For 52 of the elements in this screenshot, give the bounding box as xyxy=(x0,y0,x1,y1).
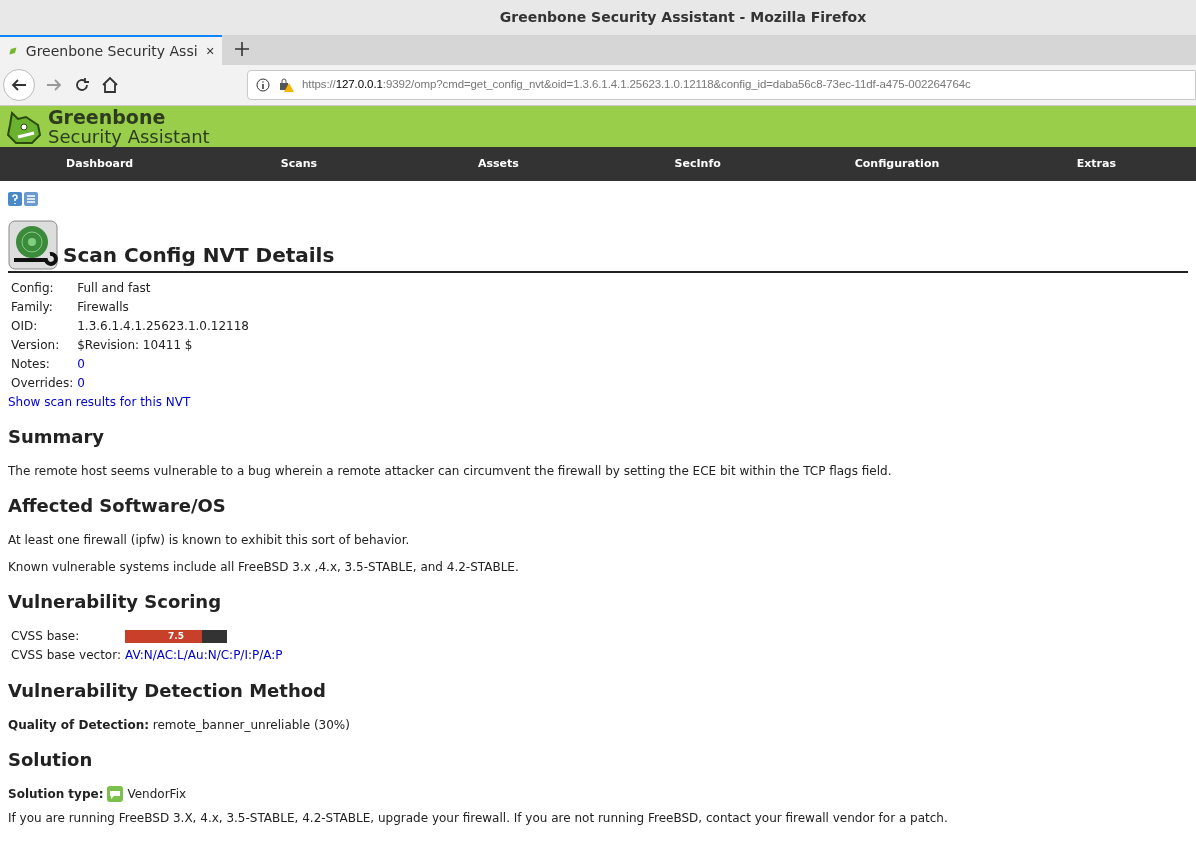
help-icon[interactable] xyxy=(8,192,22,206)
back-button[interactable] xyxy=(3,69,35,101)
detail-label: OID: xyxy=(11,318,39,335)
cvss-label: CVSS base: xyxy=(11,628,81,645)
brand-subtitle: Security Assistant xyxy=(48,126,210,146)
detail-label: Version: xyxy=(11,337,61,354)
brand-name: Greenbone xyxy=(48,107,167,127)
vendorfix-icon xyxy=(107,786,124,802)
address-bar[interactable]: https://127.0.0.1:9392/omp?cmd=get_config_nvt&oid=1.3.6.1.4.1.25623.1.0.12118&config_id=daba56c8-73ec-11df-a475-002264764c xyxy=(247,70,1196,100)
count-link[interactable]: 0 xyxy=(77,376,85,390)
page-title: Scan Config NVT Details xyxy=(63,242,335,269)
section-heading: Solution xyxy=(8,748,94,772)
detail-value: Firewalls xyxy=(77,300,129,314)
paragraph: Known vulnerable systems include all FreeBSD 3.x ,4.x, 3.5-STABLE, and 4.2-STABLE. xyxy=(8,559,520,576)
paragraph: The remote host seems vulnerable to a bug wherein a remote attacker can circumvent the firewall by setting the ECE bit within the TCP flags field. xyxy=(8,463,893,480)
home-icon[interactable] xyxy=(101,76,119,94)
count-link[interactable]: 0 xyxy=(77,357,85,371)
menu-item[interactable]: Assets xyxy=(477,155,519,173)
detail-label: Family: xyxy=(11,299,54,316)
solution-type-label: Solution type: xyxy=(8,786,104,803)
detail-value: $Revision: 10411 $ xyxy=(77,338,193,352)
window-title: Greenbone Security Assistant - Mozilla Firefox xyxy=(499,8,867,27)
paragraph: At least one firewall (ipfw) is known to exhibit this sort of behavior. xyxy=(8,532,411,549)
menu-item[interactable]: Dashboard xyxy=(66,155,134,173)
browser-tab[interactable]: Greenbone Security Assi xyxy=(0,35,222,65)
detail-label: Overrides: xyxy=(11,375,74,392)
menu-item[interactable]: Configuration xyxy=(854,155,940,173)
lock-warning-icon xyxy=(278,77,294,93)
section-heading: Affected Software/OS xyxy=(8,494,227,518)
cvss-score: 7.5 xyxy=(167,630,185,643)
paragraph: If you are running FreeBSD 3.X, 4.x, 3.5-STABLE, 4.2-STABLE, upgrade your firewall. If you are not running FreeBSD, contact your firewall vendor for a patch. xyxy=(8,810,949,827)
detail-label: Config: xyxy=(11,280,55,297)
solution-type-value: VendorFix xyxy=(127,786,187,803)
close-icon[interactable] xyxy=(205,45,214,57)
cvss-vector-label: CVSS base vector: xyxy=(11,647,121,664)
reload-icon[interactable] xyxy=(73,76,91,94)
detail-value: 1.3.6.1.4.1.25623.1.0.12118 xyxy=(77,319,249,333)
cvss-vector-link[interactable]: AV:N/AC:L/Au:N/C:P/I:P/A:P xyxy=(124,646,283,665)
paragraph: Quality of Detection: remote_banner_unreliable (30%) xyxy=(8,717,351,734)
menu-item[interactable]: SecInfo xyxy=(674,155,721,173)
radar-wrench-icon xyxy=(8,220,58,270)
section-heading: Summary xyxy=(8,425,106,449)
detail-label: Notes: xyxy=(11,356,51,373)
detail-value: Full and fast xyxy=(77,281,151,295)
menu-item[interactable]: Extras xyxy=(1076,155,1116,173)
scan-results-link[interactable]: Show scan results for this NVT xyxy=(8,393,191,411)
info-icon xyxy=(256,78,270,92)
url-text: https://127.0.0.1:9392/omp?cmd=get_config_nvt&oid=1.3.6.1.4.1.25623.1.0.12118&config_id=daba56c8-73ec-11df-a475-002264764c xyxy=(302,77,971,93)
section-heading: Vulnerability Scoring xyxy=(8,590,223,614)
new-tab-icon[interactable] xyxy=(234,41,250,57)
menu-item[interactable]: Scans xyxy=(280,155,318,173)
section-heading: Vulnerability Detection Method xyxy=(8,679,327,703)
